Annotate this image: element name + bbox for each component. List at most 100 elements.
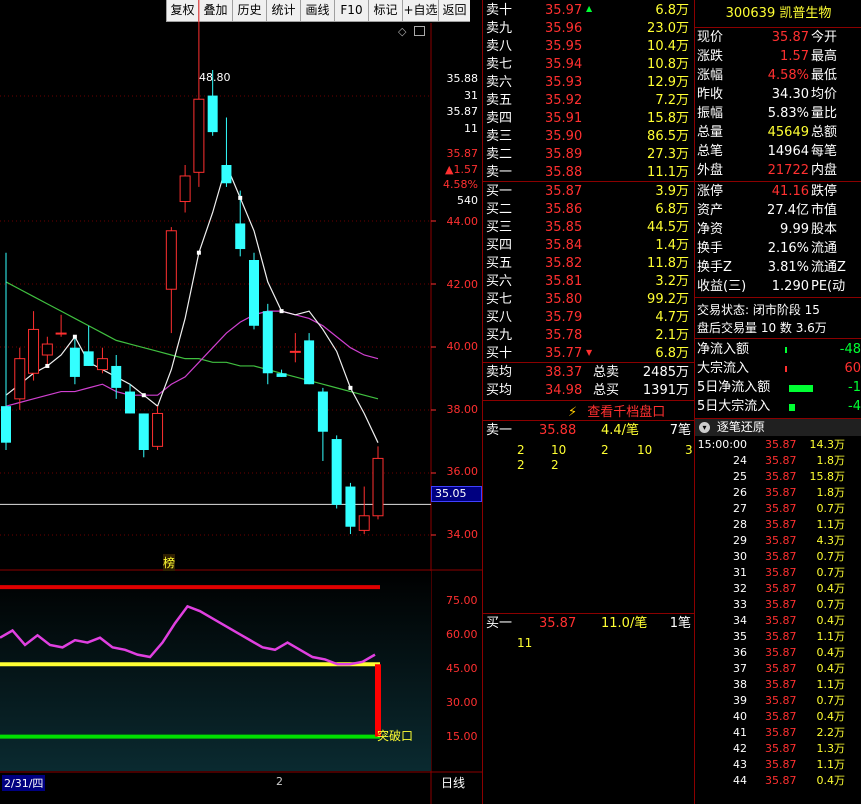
buy-level-price[interactable]: 35.77: [545, 345, 582, 363]
price-axis-label: 11: [464, 122, 478, 135]
quote-right-label: 每笔: [811, 144, 838, 159]
trade-time: 32: [733, 582, 747, 595]
buy-level-price[interactable]: 35.85: [545, 219, 582, 237]
trade-price: 35.87: [765, 726, 797, 739]
indicator-axis-label: 30.00: [446, 696, 478, 709]
quote-value: 5.83%: [767, 106, 809, 121]
trade-price: 35.87: [765, 758, 797, 771]
sell-level-price[interactable]: 35.90: [545, 128, 582, 146]
sell-level-price[interactable]: 35.92: [545, 92, 582, 110]
buy-level-label: 买十: [486, 346, 513, 361]
sell-level-price[interactable]: 35.94: [545, 56, 582, 74]
sell-level-volume: 12.9万: [647, 75, 689, 90]
sell-level-price[interactable]: 35.88: [545, 164, 582, 182]
ma-dot: [45, 363, 50, 368]
trade-volume: 0.4万: [816, 662, 846, 675]
stock-code: 300639: [725, 6, 776, 21]
buy-level-label: 买四: [486, 238, 513, 253]
trade-volume: 2.2万: [816, 726, 846, 739]
trade-price: 35.87: [765, 454, 797, 467]
trade-time: 44: [733, 774, 747, 787]
trade-time: 34: [733, 614, 747, 627]
ma-dot: [72, 334, 77, 339]
fund-right-label: 流通Z: [811, 260, 846, 275]
buy-level-price[interactable]: 35.86: [545, 201, 582, 219]
queue_sell-price: 35.88: [539, 423, 577, 438]
candle-body: [41, 343, 53, 356]
stock-header: 300639 凯普生物: [695, 3, 861, 25]
ma-dot: [196, 250, 201, 255]
trade-price: 35.87: [765, 438, 797, 451]
period-label[interactable]: 日线: [441, 774, 465, 791]
chart-settings-icon[interactable]: ◇: [398, 25, 406, 38]
fund-value: 3.81%: [767, 260, 809, 275]
chart-maximize-icon[interactable]: [414, 26, 425, 36]
buy-level-price[interactable]: 35.81: [545, 273, 582, 291]
candle-body: [304, 340, 315, 385]
candlestick-chart[interactable]: [0, 0, 482, 804]
ma-dot: [348, 385, 353, 390]
candle-body: [207, 95, 218, 133]
trade-volume: 1.1万: [816, 630, 846, 643]
fund-label: 资产: [697, 203, 724, 218]
buy-level-price[interactable]: 35.80: [545, 291, 582, 309]
summary-key: 总卖: [593, 365, 620, 380]
thousand-level-button[interactable]: ⚡ 查看千档盘口: [568, 401, 665, 420]
collapse-icon[interactable]: ▾: [699, 422, 710, 433]
up-arrow-icon: ▲: [586, 4, 593, 13]
buy-level-volume: 11.8万: [647, 256, 689, 271]
quote-right-label: 今开: [811, 30, 838, 45]
price-axis-label: 35.87: [446, 105, 479, 118]
rank-marker[interactable]: 榜: [163, 554, 176, 571]
summary-value: 1391万: [642, 383, 689, 398]
trade-time: 38: [733, 678, 747, 691]
candle-body: [372, 457, 384, 517]
buy-level-price[interactable]: 35.84: [545, 237, 582, 255]
quote-value: 45649: [767, 125, 809, 140]
buy-level-label: 买七: [486, 292, 513, 307]
sell-level-volume: 86.5万: [647, 129, 689, 144]
quote-right-label: 内盘: [811, 163, 838, 178]
trade-volume: 1.8万: [816, 454, 846, 467]
candle-body: [331, 439, 342, 505]
sell-level-price[interactable]: 35.89: [545, 146, 582, 164]
sell-level-price[interactable]: 35.93: [545, 74, 582, 92]
sell-level-price[interactable]: 35.97: [545, 2, 582, 20]
summary-price: 38.37: [545, 365, 583, 380]
trade-volume: 14.3万: [809, 438, 846, 451]
trade-volume: 1.1万: [816, 518, 846, 531]
price-axis-label: 4.58%: [443, 178, 478, 191]
breakout-bar: [375, 664, 381, 737]
trade-time: 33: [733, 598, 747, 611]
buy-level-price[interactable]: 35.87: [545, 183, 582, 201]
trade-volume: 1.3万: [816, 742, 846, 755]
buy-level-price[interactable]: 35.79: [545, 309, 582, 327]
trade-price: 35.87: [765, 774, 797, 787]
sell-level-label: 卖四: [486, 111, 513, 126]
candle-body: [138, 413, 149, 450]
trade-time: 36: [733, 646, 747, 659]
buy-level-label: 买八: [486, 310, 513, 325]
summary-label: 买均: [486, 383, 513, 398]
indicator-axis-label: 75.00: [446, 594, 478, 607]
price-axis-label: 540: [457, 194, 478, 207]
buy-level-price[interactable]: 35.78: [545, 327, 582, 345]
ma-dot: [141, 393, 146, 398]
candle-body: [221, 165, 232, 184]
sell-level-price[interactable]: 35.96: [545, 20, 582, 38]
buy-level-price[interactable]: 35.82: [545, 255, 582, 273]
summary-label: 卖均: [486, 365, 513, 380]
quote-value: 21722: [767, 163, 809, 178]
sell-level-label: 卖五: [486, 93, 513, 108]
quote-right-label: 最高: [811, 49, 838, 64]
sell-level-price[interactable]: 35.91: [545, 110, 582, 128]
indicator-axis-label: 45.00: [446, 662, 478, 675]
trade-price: 35.87: [765, 486, 797, 499]
fund-right-label: 股本: [811, 222, 838, 237]
sell-level-price[interactable]: 35.95: [545, 38, 582, 56]
trade-volume: 1.1万: [816, 758, 846, 771]
date-tick: 2: [276, 775, 283, 788]
buy-level-label: 买二: [486, 202, 513, 217]
trades-header[interactable]: ▾ 逐笔还原: [695, 419, 861, 436]
flow-value: -1: [848, 380, 861, 395]
